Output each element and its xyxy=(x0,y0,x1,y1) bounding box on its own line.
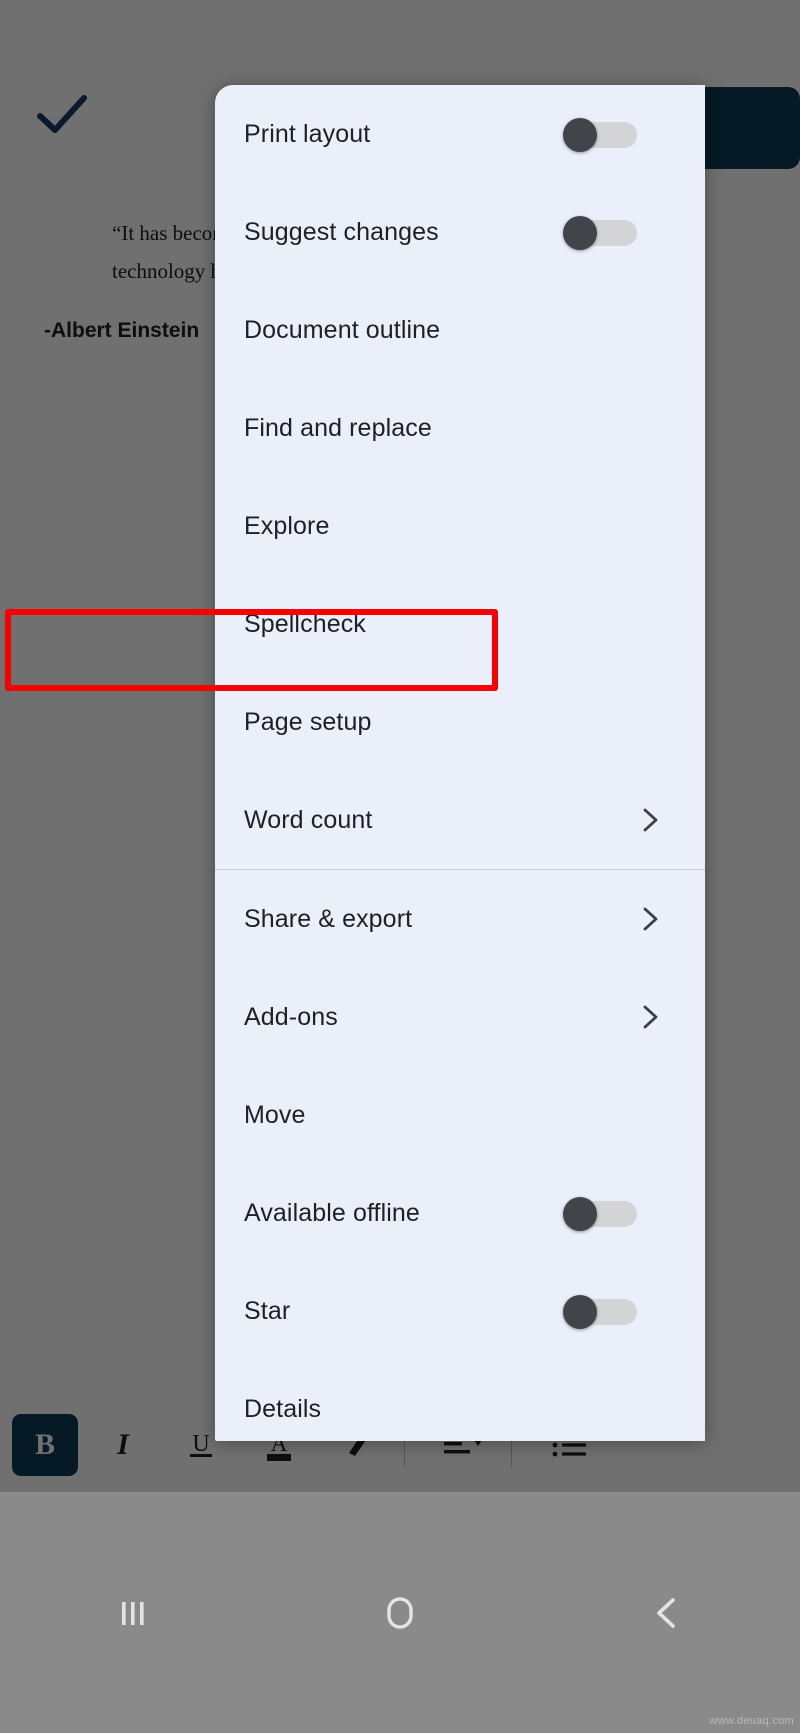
menu-item-spellcheck[interactable]: Spellcheck xyxy=(215,575,705,673)
menu-item-label: Star xyxy=(244,1297,290,1326)
menu-item-document-outline[interactable]: Document outline xyxy=(215,281,705,379)
menu-item-label: Explore xyxy=(244,512,329,541)
back-button[interactable] xyxy=(644,1590,690,1636)
menu-item-label: Available offline xyxy=(244,1199,420,1228)
menu-item-suggest-changes[interactable]: Suggest changes xyxy=(215,183,705,281)
menu-item-move[interactable]: Move xyxy=(215,1066,705,1164)
menu-item-control xyxy=(627,797,677,843)
recents-button[interactable] xyxy=(110,1590,156,1636)
toggle-switch[interactable] xyxy=(563,118,637,150)
menu-item-label: Find and replace xyxy=(244,414,432,443)
chevron-right-icon xyxy=(627,797,673,843)
menu-item-label: Add-ons xyxy=(244,1003,338,1032)
chevron-right-icon xyxy=(627,994,673,1040)
menu-item-control xyxy=(627,896,677,942)
android-navigation-bar xyxy=(0,1492,800,1733)
menu-item-control xyxy=(563,216,637,248)
menu-item-label: Suggest changes xyxy=(244,218,439,247)
menu-item-label: Print layout xyxy=(244,120,370,149)
menu-item-star[interactable]: Star xyxy=(215,1262,705,1360)
toggle-switch[interactable] xyxy=(563,1197,637,1229)
menu-item-control xyxy=(627,994,677,1040)
menu-item-control xyxy=(563,1197,637,1229)
menu-item-page-setup[interactable]: Page setup xyxy=(215,673,705,771)
menu-item-label: Word count xyxy=(244,806,372,835)
menu-item-details[interactable]: Details xyxy=(215,1360,705,1441)
menu-item-available-offline[interactable]: Available offline xyxy=(215,1164,705,1262)
menu-item-list: Print layout Suggest changes Document outl… xyxy=(215,85,705,1441)
menu-item-label: Page setup xyxy=(244,708,372,737)
menu-item-label: Spellcheck xyxy=(244,610,366,639)
home-button[interactable] xyxy=(377,1590,423,1636)
options-menu: Print layout Suggest changes Document outl… xyxy=(215,85,705,1441)
menu-item-add-ons[interactable]: Add-ons xyxy=(215,968,705,1066)
menu-item-label: Share & export xyxy=(244,905,412,934)
menu-item-label: Document outline xyxy=(244,316,440,345)
menu-item-label: Move xyxy=(244,1101,306,1130)
menu-item-explore[interactable]: Explore xyxy=(215,477,705,575)
menu-item-print-layout[interactable]: Print layout xyxy=(215,85,705,183)
menu-item-label: Details xyxy=(244,1395,321,1424)
menu-item-control xyxy=(563,1295,637,1327)
chevron-right-icon xyxy=(627,896,673,942)
toggle-switch[interactable] xyxy=(563,216,637,248)
watermark: www.deuaq.com xyxy=(709,1715,794,1727)
menu-item-find-and-replace[interactable]: Find and replace xyxy=(215,379,705,477)
menu-item-word-count[interactable]: Word count xyxy=(215,771,705,869)
menu-item-control xyxy=(563,118,637,150)
toggle-switch[interactable] xyxy=(563,1295,637,1327)
menu-item-share-and-export[interactable]: Share & export xyxy=(215,870,705,968)
